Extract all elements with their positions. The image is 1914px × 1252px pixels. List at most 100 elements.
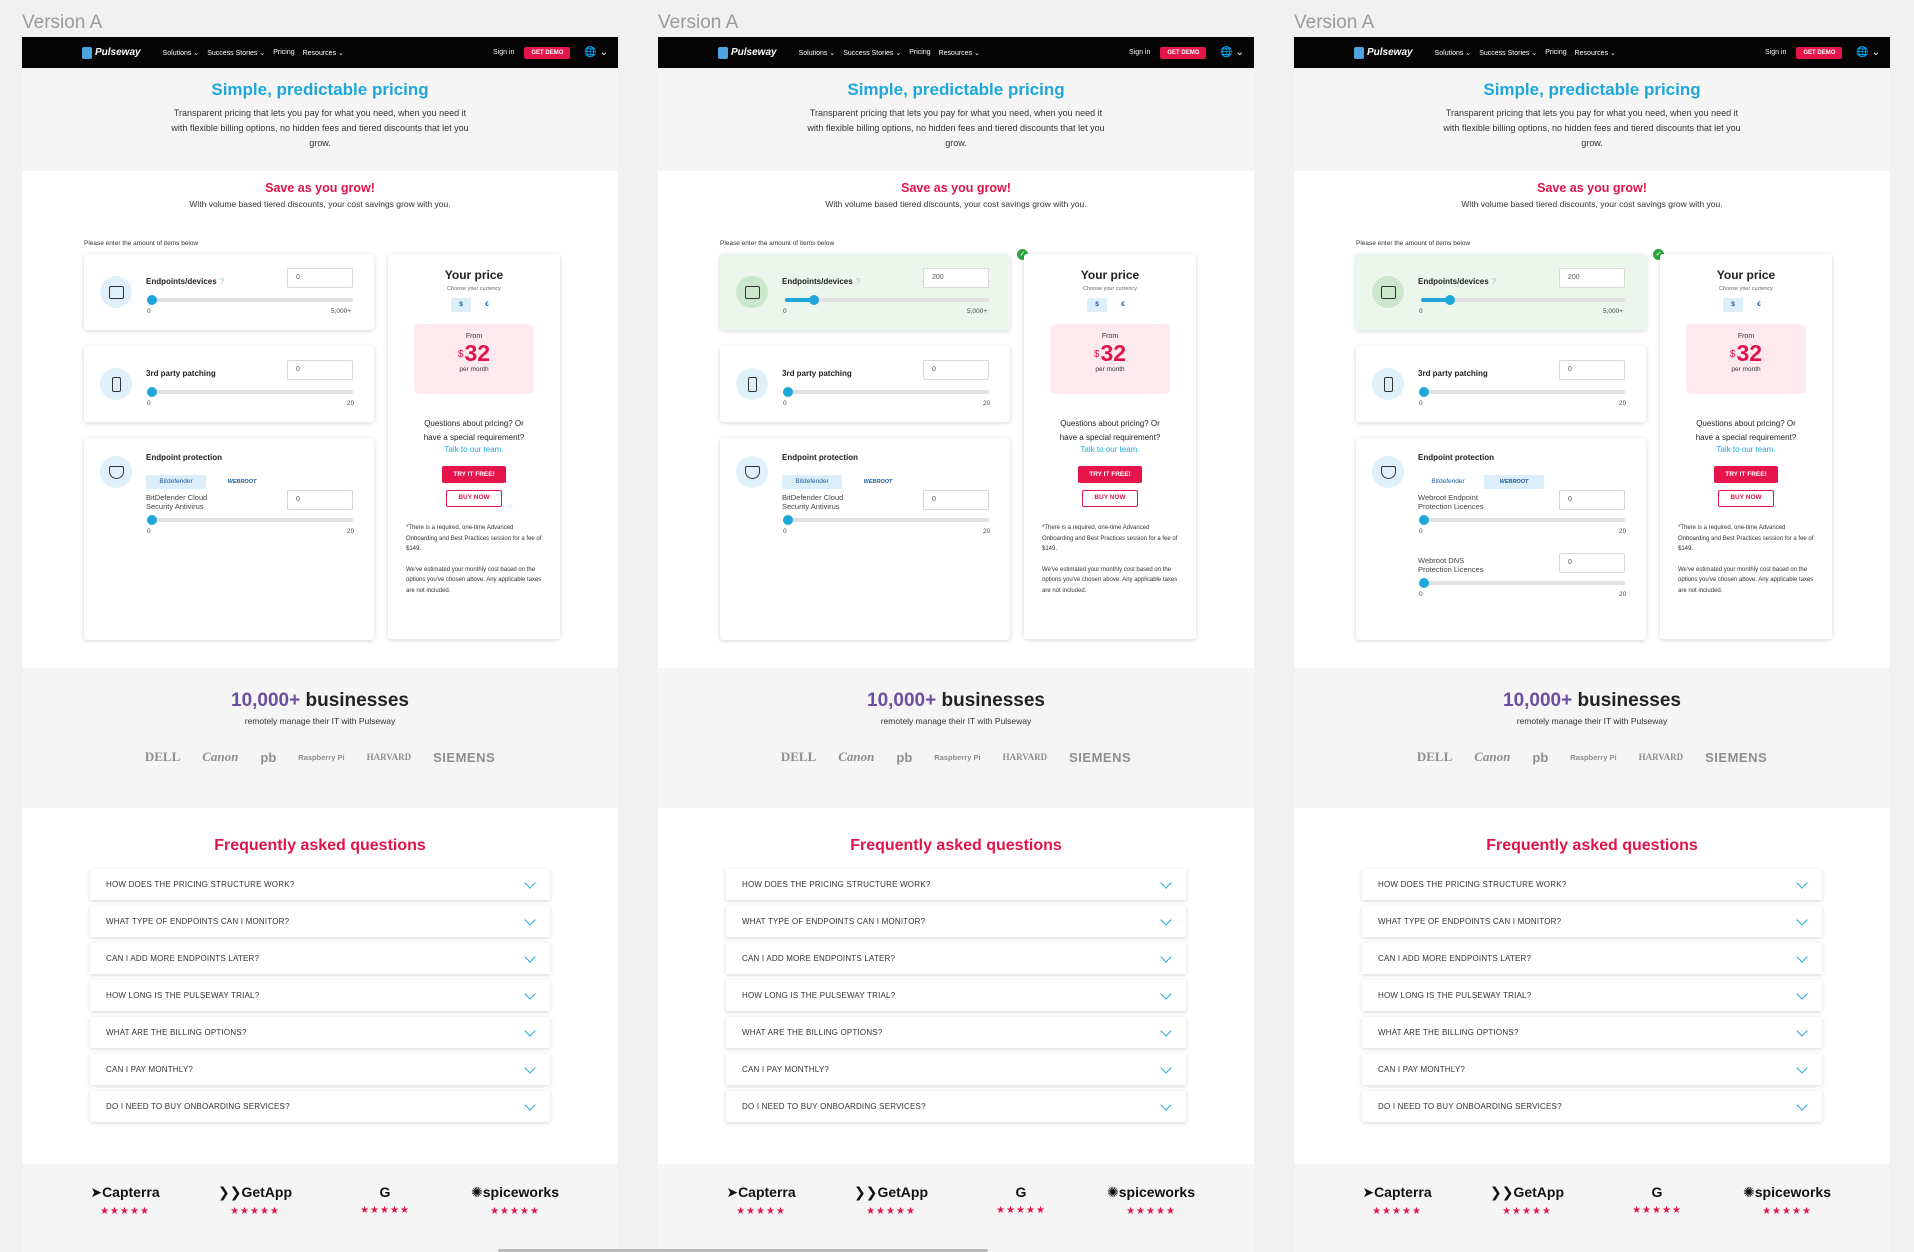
webroot-option[interactable]: WEBROOT <box>848 475 908 489</box>
faq-item[interactable]: WHAT TYPE OF ENDPOINTS CAN I MONITOR? <box>1362 906 1822 937</box>
capterra-badge[interactable]: ➤Capterra ★★★★★ <box>80 1184 170 1250</box>
pulseway-logo[interactable]: Pulseway <box>718 46 777 59</box>
patching-input[interactable]: 0 <box>1559 360 1625 380</box>
help-icon[interactable]: ? <box>220 277 224 286</box>
nav-success-stories[interactable]: Success Stories ⌄ <box>207 49 265 57</box>
buy-now-button[interactable]: BUY NOW <box>446 490 502 507</box>
faq-item[interactable]: HOW LONG IS THE PULSEWAY TRIAL? <box>726 980 1186 1011</box>
patching-input[interactable]: 0 <box>923 360 989 380</box>
nav-resources[interactable]: Resources ⌄ <box>303 49 344 57</box>
webroot-option[interactable]: WEBROOT <box>1484 475 1544 489</box>
protection-slider[interactable] <box>1419 578 1625 588</box>
nav-success-stories[interactable]: Success Stories ⌄ <box>843 49 901 57</box>
help-icon[interactable]: ? <box>856 277 860 286</box>
protection-input[interactable]: 0 <box>923 490 989 510</box>
faq-item[interactable]: CAN I ADD MORE ENDPOINTS LATER? <box>90 943 550 974</box>
language-globe-icon[interactable]: 🌐 ⌄ <box>1220 47 1244 58</box>
getapp-badge[interactable]: ❯❯GetApp ★★★★★ <box>210 1184 300 1250</box>
getapp-badge[interactable]: ❯❯GetApp ★★★★★ <box>846 1184 936 1250</box>
spiceworks-badge[interactable]: ✺spiceworks ★★★★★ <box>470 1184 560 1250</box>
faq-item[interactable]: WHAT TYPE OF ENDPOINTS CAN I MONITOR? <box>726 906 1186 937</box>
slider-handle[interactable] <box>147 295 157 305</box>
faq-item[interactable]: WHAT TYPE OF ENDPOINTS CAN I MONITOR? <box>90 906 550 937</box>
currency-usd[interactable]: $ <box>1087 298 1107 312</box>
currency-usd[interactable]: $ <box>451 298 471 312</box>
faq-item[interactable]: CAN I PAY MONTHLY? <box>1362 1054 1822 1085</box>
faq-item[interactable]: HOW DOES THE PRICING STRUCTURE WORK? <box>726 869 1186 900</box>
faq-item[interactable]: DO I NEED TO BUY ONBOARDING SERVICES? <box>90 1091 550 1122</box>
bitdefender-option[interactable]: Bitdefender <box>1418 475 1478 489</box>
buy-now-button[interactable]: BUY NOW <box>1082 490 1138 507</box>
sign-in-link[interactable]: Sign in <box>1765 49 1786 56</box>
protection-input[interactable]: 0 <box>1559 553 1625 573</box>
faq-item[interactable]: DO I NEED TO BUY ONBOARDING SERVICES? <box>726 1091 1186 1122</box>
pulseway-logo[interactable]: Pulseway <box>1354 46 1413 59</box>
slider-handle[interactable] <box>783 515 793 525</box>
protection-slider[interactable] <box>783 515 989 525</box>
protection-slider[interactable] <box>1419 515 1625 525</box>
slider-handle[interactable] <box>1419 515 1429 525</box>
capterra-badge[interactable]: ➤Capterra ★★★★★ <box>1352 1184 1442 1250</box>
currency-eur[interactable]: € <box>1113 298 1133 312</box>
talk-to-team-link[interactable]: Talk to our team. <box>1024 445 1196 454</box>
faq-item[interactable]: HOW LONG IS THE PULSEWAY TRIAL? <box>1362 980 1822 1011</box>
talk-to-team-link[interactable]: Talk to our team. <box>1660 445 1832 454</box>
language-globe-icon[interactable]: 🌐 ⌄ <box>1856 47 1880 58</box>
currency-eur[interactable]: € <box>1749 298 1769 312</box>
try-free-button[interactable]: TRY IT FREE! <box>1078 466 1142 483</box>
buy-now-button[interactable]: BUY NOW <box>1718 490 1774 507</box>
protection-input[interactable]: 0 <box>1559 490 1625 510</box>
bitdefender-option[interactable]: Bitdefender <box>146 475 206 489</box>
language-globe-icon[interactable]: 🌐 ⌄ <box>584 47 608 58</box>
slider-handle[interactable] <box>147 387 157 397</box>
faq-item[interactable]: WHAT ARE THE BILLING OPTIONS? <box>1362 1017 1822 1048</box>
capterra-badge[interactable]: ➤Capterra ★★★★★ <box>716 1184 806 1250</box>
pulseway-logo[interactable]: Pulseway <box>82 46 141 59</box>
endpoints-slider[interactable] <box>147 295 353 305</box>
protection-slider[interactable] <box>147 515 353 525</box>
bitdefender-option[interactable]: Bitdefender <box>782 475 842 489</box>
faq-item[interactable]: DO I NEED TO BUY ONBOARDING SERVICES? <box>1362 1091 1822 1122</box>
get-demo-button[interactable]: GET DEMO <box>524 46 571 59</box>
currency-eur[interactable]: € <box>477 298 497 312</box>
endpoints-input[interactable]: 200 <box>923 268 989 288</box>
currency-usd[interactable]: $ <box>1723 298 1743 312</box>
endpoints-slider[interactable] <box>1421 295 1625 305</box>
nav-solutions[interactable]: Solutions ⌄ <box>1435 49 1472 57</box>
slider-handle[interactable] <box>1445 295 1455 305</box>
faq-item[interactable]: CAN I PAY MONTHLY? <box>726 1054 1186 1085</box>
faq-item[interactable]: CAN I ADD MORE ENDPOINTS LATER? <box>726 943 1186 974</box>
slider-handle[interactable] <box>1419 578 1429 588</box>
getapp-badge[interactable]: ❯❯GetApp ★★★★★ <box>1482 1184 1572 1250</box>
sign-in-link[interactable]: Sign in <box>1129 49 1150 56</box>
g2-badge[interactable]: G ★★★★★ <box>340 1184 430 1250</box>
endpoints-input[interactable]: 0 <box>287 268 353 288</box>
g2-badge[interactable]: G ★★★★★ <box>1612 1184 1702 1250</box>
nav-pricing[interactable]: Pricing <box>273 49 294 57</box>
nav-solutions[interactable]: Solutions ⌄ <box>799 49 836 57</box>
nav-success-stories[interactable]: Success Stories ⌄ <box>1479 49 1537 57</box>
nav-solutions[interactable]: Solutions ⌄ <box>163 49 200 57</box>
faq-item[interactable]: WHAT ARE THE BILLING OPTIONS? <box>726 1017 1186 1048</box>
get-demo-button[interactable]: GET DEMO <box>1160 46 1207 59</box>
talk-to-team-link[interactable]: Talk to our team. <box>388 445 560 454</box>
faq-item[interactable]: WHAT ARE THE BILLING OPTIONS? <box>90 1017 550 1048</box>
patching-slider[interactable] <box>783 387 989 397</box>
patching-slider[interactable] <box>147 387 353 397</box>
faq-item[interactable]: CAN I ADD MORE ENDPOINTS LATER? <box>1362 943 1822 974</box>
slider-handle[interactable] <box>1419 387 1429 397</box>
faq-item[interactable]: HOW DOES THE PRICING STRUCTURE WORK? <box>1362 869 1822 900</box>
faq-item[interactable]: HOW LONG IS THE PULSEWAY TRIAL? <box>90 980 550 1011</box>
faq-item[interactable]: HOW DOES THE PRICING STRUCTURE WORK? <box>90 869 550 900</box>
g2-badge[interactable]: G ★★★★★ <box>976 1184 1066 1250</box>
endpoints-slider[interactable] <box>785 295 989 305</box>
faq-item[interactable]: CAN I PAY MONTHLY? <box>90 1054 550 1085</box>
spiceworks-badge[interactable]: ✺spiceworks ★★★★★ <box>1106 1184 1196 1250</box>
patching-slider[interactable] <box>1419 387 1625 397</box>
slider-handle[interactable] <box>783 387 793 397</box>
protection-input[interactable]: 0 <box>287 490 353 510</box>
try-free-button[interactable]: TRY IT FREE! <box>442 466 506 483</box>
slider-handle[interactable] <box>147 515 157 525</box>
nav-pricing[interactable]: Pricing <box>909 49 930 57</box>
try-free-button[interactable]: TRY IT FREE! <box>1714 466 1778 483</box>
